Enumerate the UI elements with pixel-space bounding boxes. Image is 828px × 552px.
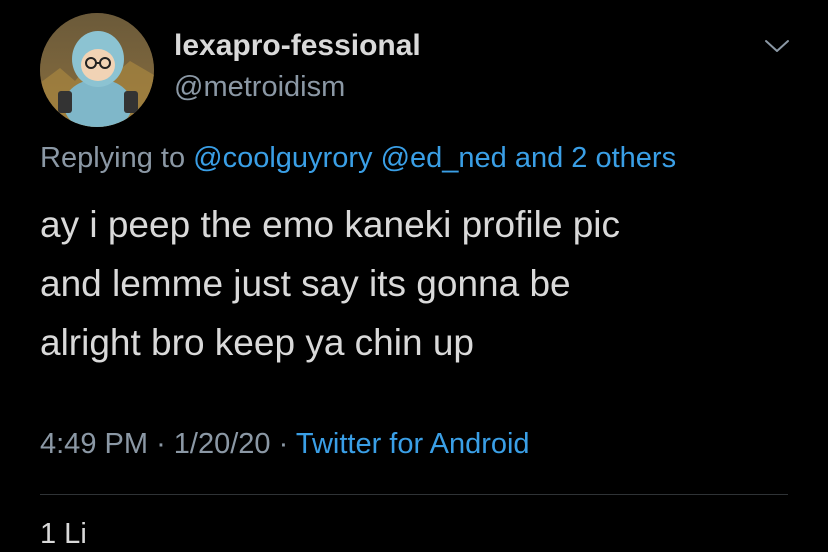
meta-separator: · bbox=[278, 428, 289, 460]
tweet-date: 1/20/20 bbox=[173, 428, 271, 460]
tweet-meta: 4:49 PM · 1/20/20 · Twitter for Android bbox=[40, 426, 530, 462]
mention-link[interactable]: @ed_ned bbox=[381, 142, 507, 174]
tweet: lexapro-fessional @metroidism Replying t… bbox=[0, 0, 828, 550]
display-name[interactable]: lexapro-fessional bbox=[174, 28, 421, 64]
avatar-image bbox=[40, 13, 154, 127]
tweet-time: 4:49 PM bbox=[40, 428, 148, 460]
divider bbox=[40, 494, 788, 495]
replying-prefix: Replying to bbox=[40, 142, 186, 174]
tweet-text-line: and lemme just say its gonna be bbox=[40, 263, 571, 304]
tweet-text-line: alright bro keep ya chin up bbox=[40, 322, 474, 363]
user-handle[interactable]: @metroidism bbox=[174, 69, 345, 105]
avatar[interactable] bbox=[40, 13, 154, 127]
tweet-source-link[interactable]: Twitter for Android bbox=[296, 428, 530, 460]
meta-separator: · bbox=[156, 428, 166, 460]
likes-stat[interactable]: 1 Li bbox=[40, 516, 87, 552]
tweet-text-line: ay i peep the emo kaneki profile pic bbox=[40, 204, 621, 245]
chevron-down-icon[interactable] bbox=[762, 36, 792, 56]
tweet-text: ay i peep the emo kaneki profile pic and… bbox=[40, 195, 800, 372]
mention-link[interactable]: @coolguyrory bbox=[193, 142, 372, 174]
replying-to: Replying to @coolguyrory @ed_ned and 2 o… bbox=[40, 140, 676, 176]
others-link[interactable]: and 2 others bbox=[515, 142, 676, 174]
